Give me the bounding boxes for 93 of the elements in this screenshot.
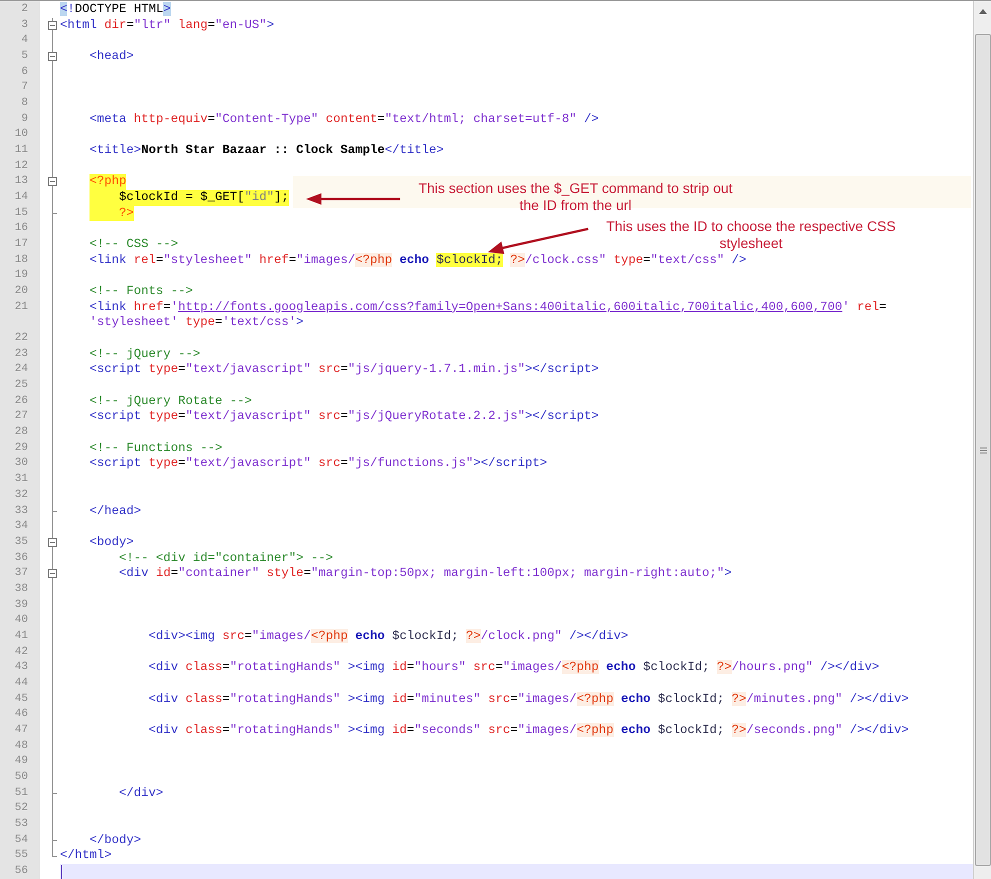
line-number: 43 bbox=[14, 661, 28, 674]
line-number: 38 bbox=[14, 582, 28, 595]
line-number: 51 bbox=[14, 786, 28, 799]
line-number: 35 bbox=[14, 536, 28, 548]
line-number: 10 bbox=[14, 128, 28, 140]
code-line: <script type="text/javascript" src="js/jQueryRotate.2.2.js"></script> bbox=[88, 409, 599, 426]
code-line: <!-- <div id="container"> --> bbox=[118, 550, 334, 566]
code-line: <div class="rotatingHands" ><img id="seconds" src="images/<?php echo $clockId; ?>/seconds.png" /></div> bbox=[148, 722, 909, 739]
line-number: 30 bbox=[14, 457, 28, 470]
line-number: 53 bbox=[14, 818, 28, 830]
line-number: 11 bbox=[14, 144, 28, 156]
line-number: 44 bbox=[14, 676, 28, 689]
fold-minus-icon[interactable] bbox=[48, 20, 57, 30]
line-number: 9 bbox=[21, 112, 28, 125]
line-number: 17 bbox=[14, 238, 28, 250]
line-number: 25 bbox=[14, 379, 28, 392]
scroll-up-icon[interactable] bbox=[979, 9, 987, 14]
line-number: 37 bbox=[14, 567, 28, 580]
code-line: <body> bbox=[88, 534, 134, 551]
line-number: 46 bbox=[14, 708, 28, 720]
line-number: 12 bbox=[14, 160, 28, 172]
text-caret bbox=[61, 864, 62, 879]
line-number: 20 bbox=[14, 285, 28, 298]
line-number: 27 bbox=[14, 410, 28, 422]
line-number: 22 bbox=[14, 332, 28, 344]
line-number: 3 bbox=[21, 18, 28, 31]
line-number: 47 bbox=[14, 724, 28, 736]
code-line: <div><img src="images/<?php echo $clockId; ?>/clock.png" /></div> bbox=[148, 628, 628, 645]
line-number: 2 bbox=[21, 3, 28, 15]
line-number: 40 bbox=[14, 614, 28, 626]
line-number: 18 bbox=[14, 254, 28, 266]
code-line: <link href='http://fonts.googleapis.com/css?family=Open+Sans:400italic,600italic,700italic,400,600,700' rel= 'stylesheet' type='text/css'> bbox=[88, 300, 887, 332]
code-line: <link rel="stylesheet" href="images/<?php echo $clockId; ?>/clock.css" type="text/css" /> bbox=[88, 252, 746, 268]
line-number: 29 bbox=[14, 442, 28, 454]
code-line: <script type="text/javascript" src="js/jquery-1.7.1.min.js"></script> bbox=[88, 362, 599, 378]
line-number: 36 bbox=[14, 552, 28, 564]
code-line: <div class="rotatingHands" ><img id="hours" src="images/<?php echo $clockId; ?>/hours.png" /></div> bbox=[148, 660, 880, 676]
line-number: 49 bbox=[14, 755, 28, 768]
code-line: <!-- jQuery --> bbox=[88, 346, 200, 362]
line-number: 26 bbox=[14, 394, 28, 407]
line-number: 6 bbox=[21, 66, 28, 78]
line-number: 31 bbox=[14, 473, 28, 486]
code-line: <!-- jQuery Rotate --> bbox=[88, 394, 252, 410]
code-line: <meta http-equiv="Content-Type" content="text/html; charset=utf-8" /> bbox=[88, 112, 599, 128]
code-line: </body> bbox=[88, 832, 142, 848]
code-line: </html> bbox=[60, 848, 112, 864]
line-number: 21 bbox=[14, 300, 28, 313]
line-number: 45 bbox=[14, 692, 28, 705]
line-number: 28 bbox=[14, 426, 28, 438]
line-number: 16 bbox=[14, 222, 28, 234]
line-number: 13 bbox=[14, 175, 28, 188]
line-number: 41 bbox=[14, 630, 28, 642]
fold-minus-icon[interactable] bbox=[48, 177, 57, 186]
code-line: <title>North Star Bazaar :: Clock Sample</title> bbox=[88, 143, 444, 159]
line-number: 42 bbox=[14, 646, 28, 658]
line-number: 33 bbox=[14, 504, 28, 516]
line-number: 14 bbox=[14, 191, 28, 204]
grip-icon bbox=[980, 446, 986, 454]
line-number: 34 bbox=[14, 520, 28, 532]
line-number: 8 bbox=[21, 97, 28, 110]
line-number: 54 bbox=[14, 834, 28, 846]
code-line: </div> bbox=[118, 786, 164, 802]
vertical-scrollbar[interactable] bbox=[973, 1, 991, 879]
fold-minus-icon[interactable] bbox=[48, 569, 57, 578]
code-line: <div id="container" style="margin-top:50px; margin-left:100px; margin-right:auto;"> bbox=[118, 566, 732, 582]
line-number: 55 bbox=[14, 849, 28, 862]
annotation-text: This uses the ID to choose the respective CSS stylesheet bbox=[605, 218, 897, 252]
line-number: 7 bbox=[21, 81, 28, 94]
line-number: 56 bbox=[14, 864, 28, 877]
annotation-text: This section uses the $_GET command to strip out the ID from the url bbox=[417, 180, 734, 214]
code-line: <!-- Fonts --> bbox=[88, 284, 193, 300]
code-line: <!-- Functions --> bbox=[88, 440, 222, 456]
line-number: 4 bbox=[21, 34, 28, 46]
line-number: 48 bbox=[14, 740, 28, 752]
code-line: <head> bbox=[88, 49, 134, 65]
line-number: 39 bbox=[14, 598, 28, 611]
fold-minus-icon[interactable] bbox=[48, 52, 57, 62]
line-number: 52 bbox=[14, 802, 28, 814]
code-line: <html dir="ltr" lang="en-US"> bbox=[60, 18, 274, 34]
code-line: <!-- CSS --> bbox=[88, 237, 178, 253]
line-number: 19 bbox=[14, 269, 28, 282]
line-number: 23 bbox=[14, 348, 28, 360]
scrollbar-thumb[interactable] bbox=[975, 34, 991, 866]
line-number: 32 bbox=[14, 488, 28, 501]
line-number: 5 bbox=[21, 50, 28, 62]
line-number: 24 bbox=[14, 363, 28, 376]
fold-minus-icon[interactable] bbox=[48, 538, 57, 547]
code-line: <script type="text/javascript" src="js/functions.js"></script> bbox=[88, 456, 548, 472]
code-line: <!DOCTYPE HTML> bbox=[60, 2, 171, 18]
code-line: <div class="rotatingHands" ><img id="minutes" src="images/<?php echo $clockId; ?>/minutes.png" /></div> bbox=[148, 692, 909, 708]
line-number: 50 bbox=[14, 770, 28, 783]
line-number: 15 bbox=[14, 206, 28, 219]
code-line: </head> bbox=[88, 504, 142, 520]
